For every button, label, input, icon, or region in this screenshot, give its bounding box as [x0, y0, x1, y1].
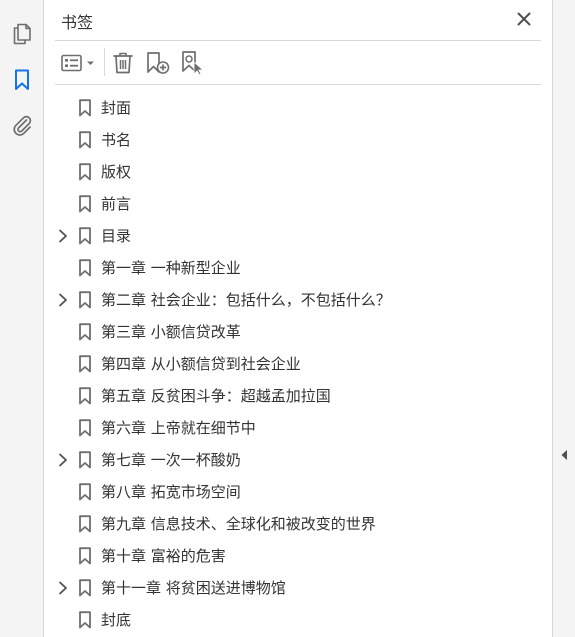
bookmark-label: 第十章 富裕的危害 — [101, 547, 226, 565]
pages-icon[interactable] — [9, 21, 35, 47]
bookmark-label: 第六章 上帝就在细节中 — [101, 419, 256, 437]
close-icon[interactable] — [515, 10, 533, 28]
bookmark-tree: 封面书名版权前言目录第一章 一种新型企业第二章 社会企业：包括什么，不包括什么？… — [45, 92, 552, 636]
bookmark-item-icon — [79, 131, 91, 149]
bookmark-label: 第七章 一次一杯酸奶 — [101, 451, 241, 469]
bookmark-label: 第三章 小额信贷改革 — [101, 323, 241, 341]
bookmark-row[interactable]: 第七章 一次一杯酸奶 — [45, 444, 552, 476]
bookmark-label: 目录 — [101, 227, 132, 245]
bookmark-icon[interactable] — [9, 67, 35, 93]
bookmark-row[interactable]: 第六章 上帝就在细节中 — [45, 412, 552, 444]
bookmark-item-icon — [79, 451, 91, 469]
bookmark-label: 第二章 社会企业：包括什么，不包括什么？ — [101, 291, 391, 309]
bookmark-label: 第十一章 将贫困送进博物馆 — [101, 579, 286, 597]
bookmark-label: 封面 — [101, 99, 132, 117]
bookmark-label: 第四章 从小额信贷到社会企业 — [101, 355, 301, 373]
bookmark-row[interactable]: 第五章 反贫困斗争：超越孟加拉国 — [45, 380, 552, 412]
bookmark-row[interactable]: 书名 — [45, 124, 552, 156]
bookmarks-toolbar — [45, 41, 552, 84]
bookmarks-window: 书签 封面 书名 版权 前言 目录 第一章 一种新型企业 第二章 社会企业：包括… — [0, 0, 575, 637]
chevron-right-icon[interactable] — [56, 580, 70, 596]
bookmark-row[interactable]: 目录 — [45, 220, 552, 252]
bookmark-item-icon — [79, 483, 91, 501]
attachment-icon[interactable] — [9, 112, 35, 138]
bookmark-row[interactable]: 前言 — [45, 188, 552, 220]
bookmark-item-icon — [79, 323, 91, 341]
bookmark-row[interactable]: 第一章 一种新型企业 — [45, 252, 552, 284]
panel-title: 书签 — [61, 13, 94, 32]
bookmark-from-selection-icon[interactable] — [180, 50, 206, 76]
bookmark-item-icon — [79, 163, 91, 181]
bookmark-label: 版权 — [101, 163, 132, 181]
toolbar-divider — [55, 84, 541, 85]
bookmark-row[interactable]: 第八章 拓宽市场空间 — [45, 476, 552, 508]
bookmark-item-icon — [79, 387, 91, 405]
bookmark-row[interactable]: 第九章 信息技术、全球化和被改变的世界 — [45, 508, 552, 540]
navigation-rail — [0, 0, 44, 637]
bookmark-item-icon — [79, 419, 91, 437]
bookmark-item-icon — [79, 355, 91, 373]
bookmark-label: 前言 — [101, 195, 132, 213]
bookmark-label: 书名 — [101, 131, 132, 149]
bookmark-row[interactable]: 封面 — [45, 92, 552, 124]
chevron-right-icon[interactable] — [56, 292, 70, 308]
bookmark-row[interactable]: 第十一章 将贫困送进博物馆 — [45, 572, 552, 604]
bookmark-item-icon — [79, 515, 91, 533]
new-bookmark-icon[interactable] — [145, 50, 171, 76]
bookmark-item-icon — [79, 195, 91, 213]
bookmark-item-icon — [79, 227, 91, 245]
bookmark-label: 封底 — [101, 611, 132, 629]
bookmark-label: 第五章 反贫困斗争：超越孟加拉国 — [101, 387, 331, 405]
panel-header: 书签 — [45, 0, 552, 40]
bookmark-item-icon — [79, 611, 91, 629]
bookmark-row[interactable]: 封底 — [45, 604, 552, 636]
bookmark-item-icon — [79, 579, 91, 597]
bookmarks-panel: 书签 封面 书名 版权 前言 目录 第一章 一种新型企业 第二章 社会企业：包括… — [45, 0, 552, 637]
toolbar-separator — [104, 48, 105, 76]
panel-resize-strip[interactable] — [552, 0, 575, 637]
bookmark-label: 第九章 信息技术、全球化和被改变的世界 — [101, 515, 376, 533]
bookmark-row[interactable]: 版权 — [45, 156, 552, 188]
bookmark-label: 第一章 一种新型企业 — [101, 259, 241, 277]
options-menu-icon[interactable] — [60, 50, 98, 76]
bookmark-row[interactable]: 第四章 从小额信贷到社会企业 — [45, 348, 552, 380]
bookmark-item-icon — [79, 259, 91, 277]
bookmark-item-icon — [79, 547, 91, 565]
chevron-right-icon[interactable] — [56, 452, 70, 468]
bookmark-row[interactable]: 第十章 富裕的危害 — [45, 540, 552, 572]
bookmark-row[interactable]: 第三章 小额信贷改革 — [45, 316, 552, 348]
bookmark-item-icon — [79, 291, 91, 309]
chevron-right-icon[interactable] — [56, 228, 70, 244]
delete-icon[interactable] — [111, 50, 135, 76]
bookmark-label: 第八章 拓宽市场空间 — [101, 483, 241, 501]
collapse-panel-icon[interactable] — [559, 448, 569, 462]
bookmark-row[interactable]: 第二章 社会企业：包括什么，不包括什么？ — [45, 284, 552, 316]
bookmark-item-icon — [79, 99, 91, 117]
